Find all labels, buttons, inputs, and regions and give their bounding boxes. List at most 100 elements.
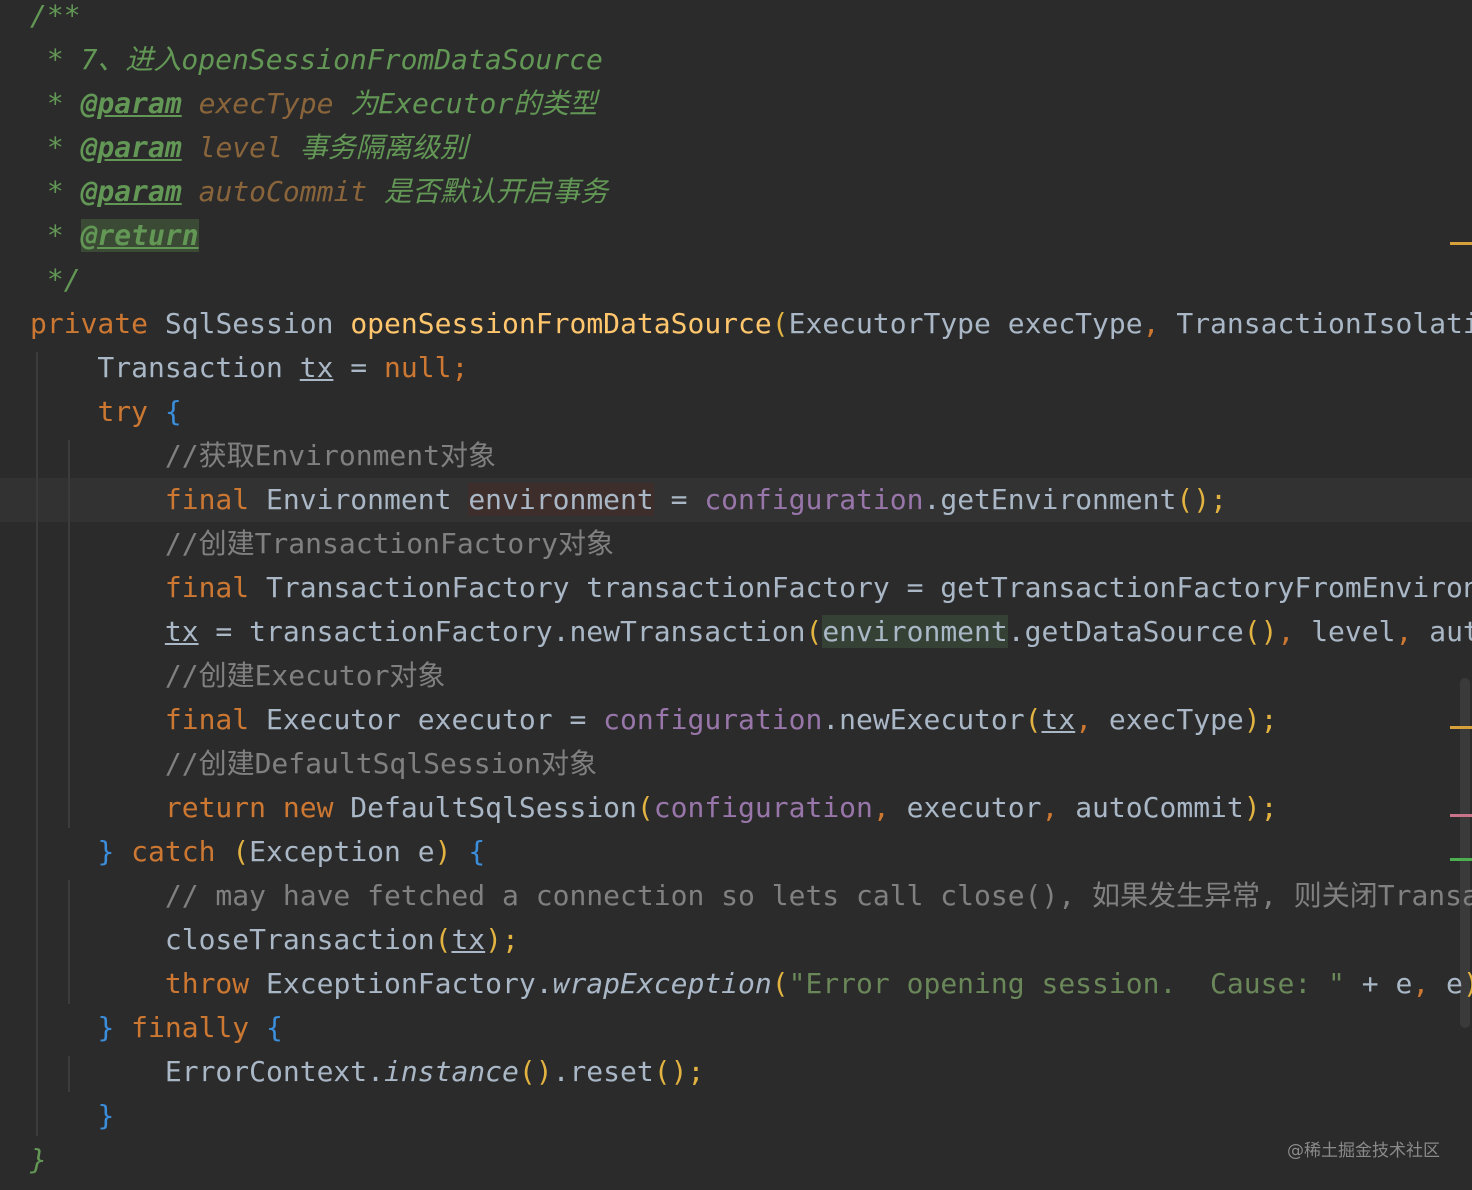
code-token: = transactionFactory.newTransaction [198,615,806,648]
code-line[interactable]: private SqlSession openSessionFromDataSo… [0,302,1472,346]
code-line[interactable]: } [0,1138,1472,1182]
code-token: ( [1024,703,1042,736]
code-token: + e [1344,967,1413,1000]
code-line[interactable]: * 7、进入openSessionFromDataSource [0,38,1472,82]
code-token: @param [80,131,182,164]
code-token: @return [80,219,199,252]
code-token: ErrorContext. [30,1055,385,1088]
indent-guide [68,1056,70,1092]
code-editor[interactable]: @稀土掘金技术社区 /** * 7、进入openSessionFromDataS… [0,0,1472,1190]
code-line[interactable]: tx = transactionFactory.newTransaction(e… [0,610,1472,654]
code-line[interactable]: closeTransaction(tx); [0,918,1472,962]
gutter-marker[interactable] [1450,858,1472,861]
code-line[interactable]: } [0,1094,1472,1138]
code-token: ExceptionFactory. [249,967,553,1000]
code-token: ) [434,835,452,868]
code-token: /** [30,0,81,32]
code-token: level [198,131,283,164]
code-token: execType [1092,703,1244,736]
code-token: level [1294,615,1396,648]
code-token: tx [451,923,486,956]
indent-guide [68,880,70,1004]
code-token: openSessionFromDataSource [350,307,772,340]
code-line[interactable]: */ [0,258,1472,302]
code-token: .getEnvironment [923,483,1177,516]
code-token: , [872,791,890,824]
code-token: new [282,791,334,824]
code-token: , [1395,615,1413,648]
code-token: Environment [249,483,469,516]
code-line[interactable]: } catch (Exception e) { [0,830,1472,874]
code-line[interactable]: //获取Environment对象 [0,434,1472,478]
code-token: { [266,1011,283,1044]
code-line[interactable]: return new DefaultSqlSession(configurati… [0,786,1472,830]
code-line[interactable]: // may have fetched a connection so lets… [0,874,1472,918]
gutter-marker[interactable] [1450,726,1472,729]
code-token: , [1277,615,1295,648]
code-token: configuration [653,791,873,824]
code-line[interactable]: * @return [0,214,1472,258]
code-line[interactable]: Transaction tx = null; [0,346,1472,390]
code-token: DefaultSqlSession [333,791,637,824]
code-token: //创建Executor对象 [164,659,446,692]
code-token: throw [164,967,250,1000]
code-token: final [164,571,250,604]
code-token: null; [384,351,469,384]
code-token: configuration [704,483,924,516]
code-token: 事务隔离级别 [282,131,468,164]
code-token: TransactionIsolationLevel level [1176,307,1472,340]
code-line[interactable]: final Environment environment = configur… [0,478,1472,522]
code-token: Executor executor = [249,703,604,736]
code-token: * [30,175,81,208]
code-token: private [30,307,149,340]
code-token: //创建DefaultSqlSession对象 [164,747,598,780]
code-token: } [30,1143,47,1176]
code-line[interactable]: /** [0,0,1472,38]
code-line[interactable]: //创建TransactionFactory对象 [0,522,1472,566]
code-token: () [1243,615,1278,648]
code-line[interactable]: //创建DefaultSqlSession对象 [0,742,1472,786]
gutter-marker[interactable] [1450,814,1472,817]
code-line[interactable]: * @param autoCommit 是否默认开启事务 [0,170,1472,214]
code-line[interactable]: final Executor executor = configuration.… [0,698,1472,742]
code-token: * [30,87,81,120]
code-token: "Error opening session. Cause: " [788,967,1345,1000]
code-token: .reset [552,1055,654,1088]
code-token: { [468,835,486,868]
code-line[interactable]: final TransactionFactory transactionFact… [0,566,1472,610]
code-token: autoCommit [1429,615,1472,648]
code-line[interactable]: * @param level 事务隔离级别 [0,126,1472,170]
code-line[interactable]: throw ExceptionFactory.wrapException("Er… [0,962,1472,1006]
code-line[interactable]: ErrorContext.instance().reset(); [0,1050,1472,1094]
gutter-marker[interactable] [1450,242,1472,245]
indent-guide [36,352,38,1136]
code-token: //创建TransactionFactory对象 [164,527,615,560]
code-line[interactable]: //创建Executor对象 [0,654,1472,698]
code-line[interactable]: * @param execType 为Executor的类型 [0,82,1472,126]
code-token: @param [80,87,182,120]
code-line[interactable]: try { [0,390,1472,434]
code-token: SqlSession [148,307,351,340]
code-line[interactable]: } finally { [0,1006,1472,1050]
code-token: catch [131,835,216,868]
code-token: 是否默认开启事务 [367,175,609,208]
code-token: * [30,219,81,252]
code-token: Exception e [249,835,435,868]
indent-guide [68,440,70,828]
